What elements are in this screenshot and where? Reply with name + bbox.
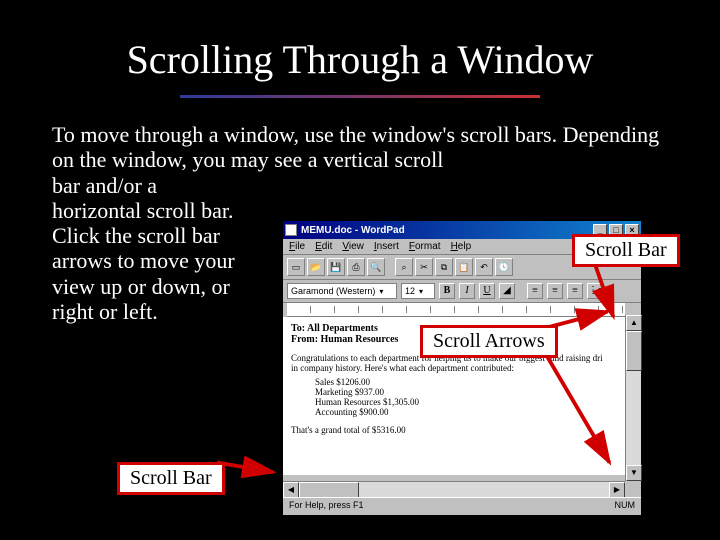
body-line: right or left. xyxy=(52,299,282,324)
body-line: Click the scroll bar xyxy=(52,223,282,248)
callout-scrollbar-right: Scroll Bar xyxy=(572,234,680,267)
title-divider xyxy=(180,95,540,98)
status-right: NUM xyxy=(615,500,636,513)
scroll-up-arrow[interactable]: ▲ xyxy=(626,315,642,331)
align-right-button[interactable]: ≡ xyxy=(567,283,583,299)
font-name-combo[interactable]: Garamond (Western) xyxy=(287,283,397,299)
doc-total: That's a grand total of $5316.00 xyxy=(291,425,617,435)
body-line: view up or down, or xyxy=(52,274,282,299)
menu-item[interactable]: Edit xyxy=(315,241,332,252)
doc-paragraph: in company history. Here's what each dep… xyxy=(291,363,617,373)
menu-item[interactable]: Format xyxy=(409,241,441,252)
body-line: horizontal scroll bar. xyxy=(52,198,282,223)
date-icon[interactable]: 🕓 xyxy=(495,258,513,276)
bold-button[interactable]: B xyxy=(439,283,455,299)
horizontal-scroll-thumb[interactable] xyxy=(299,482,359,498)
doc-row: Sales $1206.00 xyxy=(315,377,617,387)
menu-item[interactable]: File xyxy=(289,241,305,252)
bullets-button[interactable]: ⋮≡ xyxy=(587,283,603,299)
callout-scroll-arrows: Scroll Arrows xyxy=(420,325,558,358)
ruler[interactable] xyxy=(287,303,625,317)
menu-item[interactable]: View xyxy=(342,241,364,252)
vertical-scroll-thumb[interactable] xyxy=(626,331,642,371)
font-size-combo[interactable]: 12 xyxy=(401,283,435,299)
window-title: MEMU.doc - WordPad xyxy=(301,225,405,236)
scroll-right-arrow[interactable]: ▶ xyxy=(609,482,625,498)
status-bar: For Help, press F1 NUM xyxy=(283,497,641,515)
body-line: arrows to move your xyxy=(52,248,282,273)
menu-item[interactable]: Insert xyxy=(374,241,399,252)
callout-scrollbar-bottom: Scroll Bar xyxy=(117,462,225,495)
paste-icon[interactable]: 📋 xyxy=(455,258,473,276)
align-center-button[interactable]: ≡ xyxy=(547,283,563,299)
undo-icon[interactable]: ↶ xyxy=(475,258,493,276)
status-left: For Help, press F1 xyxy=(289,500,364,513)
find-icon[interactable]: ⌕ xyxy=(395,258,413,276)
align-left-button[interactable]: ≡ xyxy=(527,283,543,299)
doc-row: Marketing $937.00 xyxy=(315,387,617,397)
save-icon[interactable]: 💾 xyxy=(327,258,345,276)
scroll-left-arrow[interactable]: ◀ xyxy=(283,482,299,498)
body-line: To move through a window, use the window… xyxy=(52,122,557,147)
cut-icon[interactable]: ✂ xyxy=(415,258,433,276)
slide-title: Scrolling Through a Window xyxy=(12,36,708,83)
new-icon[interactable]: ▭ xyxy=(287,258,305,276)
italic-button[interactable]: I xyxy=(459,283,475,299)
menu-item[interactable]: Help xyxy=(451,241,472,252)
format-toolbar: Garamond (Western) 12 B I U ◢ ≡ ≡ ≡ ⋮≡ xyxy=(283,280,641,303)
doc-row: Accounting $900.00 xyxy=(315,407,617,417)
doc-row: Human Resources $1,305.00 xyxy=(315,397,617,407)
preview-icon[interactable]: 🔍 xyxy=(367,258,385,276)
underline-button[interactable]: U xyxy=(479,283,495,299)
color-button[interactable]: ◢ xyxy=(499,283,515,299)
app-icon xyxy=(285,224,297,236)
scroll-down-arrow[interactable]: ▼ xyxy=(626,465,642,481)
open-icon[interactable]: 📂 xyxy=(307,258,325,276)
print-icon[interactable]: ⎙ xyxy=(347,258,365,276)
copy-icon[interactable]: ⧉ xyxy=(435,258,453,276)
horizontal-scrollbar[interactable]: ◀ ▶ xyxy=(283,481,625,497)
body-line: bar and/or a xyxy=(52,173,282,198)
vertical-scrollbar[interactable]: ▲ ▼ xyxy=(625,315,641,481)
